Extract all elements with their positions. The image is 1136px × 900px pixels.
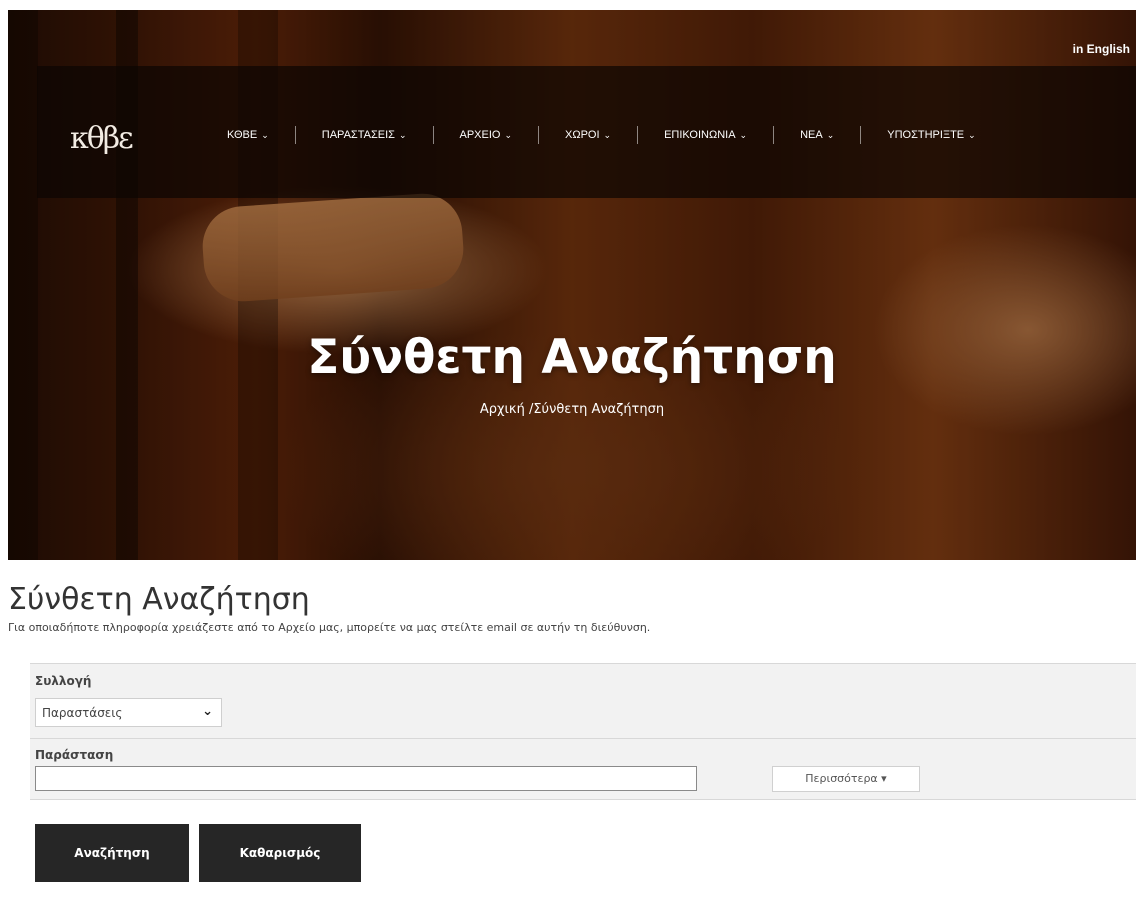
chevron-down-icon: ⌄ — [504, 130, 513, 140]
hero-title: Σύνθετη Αναζήτηση — [307, 330, 837, 385]
nav-item-label: ΠΑΡΑΣΤΑΣΕΙΣ — [321, 129, 395, 141]
nav-item-label: ΑΡΧΕΙΟ — [459, 129, 501, 141]
nav-item-kthve[interactable]: ΚΘΒΕ ⌄ — [207, 126, 295, 144]
nav-item-contact[interactable]: ΕΠΙΚΟΙΝΩΝΙΑ ⌄ — [637, 126, 773, 144]
site-logo[interactable]: κθβε — [70, 121, 134, 156]
show-label: Παράσταση — [35, 748, 114, 762]
more-options-button[interactable]: Περισσότερα ▾ — [772, 766, 920, 792]
page-title: Σύνθετη Αναζήτηση — [8, 582, 310, 617]
chevron-down-icon: ⌄ — [261, 130, 269, 140]
chevron-down-icon: ⌄ — [739, 130, 748, 140]
show-input[interactable] — [35, 766, 697, 791]
nav-item-news[interactable]: ΝΕΑ ⌄ — [773, 126, 860, 144]
breadcrumb[interactable]: Αρχική /Σύνθετη Αναζήτηση — [8, 402, 1136, 417]
nav-item-label: ΥΠΟΣΤΗΡΙΞΤΕ — [887, 129, 965, 141]
nav-item-label: ΧΩΡΟΙ — [565, 129, 600, 141]
collection-select[interactable]: Παραστάσεις ⌄ — [35, 698, 222, 727]
chevron-down-icon: ⌄ — [202, 704, 213, 719]
collection-selected-value: Παραστάσεις — [42, 706, 123, 720]
clear-button[interactable]: Καθαρισμός — [199, 824, 361, 882]
nav-item-label: ΝΕΑ — [800, 129, 823, 141]
chevron-down-icon: ⌄ — [603, 130, 612, 140]
nav-item-venues[interactable]: ΧΩΡΟΙ ⌄ — [538, 126, 637, 144]
chevron-down-icon: ⌄ — [968, 130, 976, 140]
nav-item-label: ΕΠΙΚΟΙΝΩΝΙΑ — [664, 129, 736, 141]
nav-item-support[interactable]: ΥΠΟΣΤΗΡΙΞΤΕ ⌄ — [860, 126, 1001, 144]
chevron-down-icon: ⌄ — [826, 130, 835, 140]
intro-text: Για οποιαδήποτε πληροφορία χρειάζεστε απ… — [8, 621, 651, 634]
language-link[interactable]: in English — [1073, 42, 1130, 56]
main-nav: ΚΘΒΕ ⌄ ΠΑΡΑΣΤΑΣΕΙΣ ⌄ ΑΡΧΕΙΟ ⌄ ΧΩΡΟΙ ⌄ ΕΠΙΚΟΙ… — [207, 126, 1002, 144]
chevron-down-icon: ⌄ — [398, 130, 407, 140]
hero-banner: in English κθβε ΚΘΒΕ ⌄ ΠΑΡΑΣΤΑΣΕΙΣ ⌄ ΑΡΧΕΙ… — [8, 10, 1136, 560]
nav-item-label: ΚΘΒΕ — [227, 129, 258, 141]
navbar: κθβε ΚΘΒΕ ⌄ ΠΑΡΑΣΤΑΣΕΙΣ ⌄ ΑΡΧΕΙΟ ⌄ ΧΩΡΟΙ ⌄ Ε… — [37, 66, 1136, 198]
collection-label: Συλλογή — [35, 674, 92, 688]
nav-item-performances[interactable]: ΠΑΡΑΣΤΑΣΕΙΣ ⌄ — [294, 126, 433, 144]
nav-item-archive[interactable]: ΑΡΧΕΙΟ ⌄ — [432, 126, 539, 144]
search-button[interactable]: Αναζήτηση — [35, 824, 189, 882]
